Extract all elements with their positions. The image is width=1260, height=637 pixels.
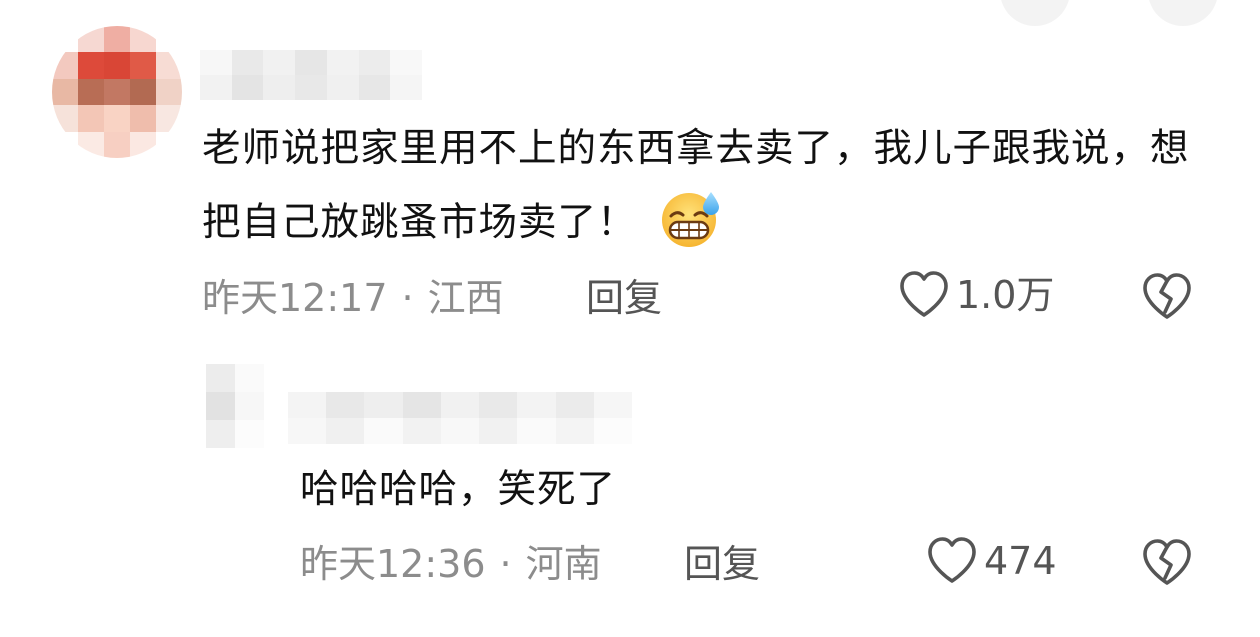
like-button[interactable]: 1.0万 [898,270,1054,320]
dislike-button[interactable] [1140,272,1194,326]
grinning-sweat-emoji [659,189,723,274]
meta-separator: · [499,542,512,586]
heart-outline-icon[interactable] [898,270,950,320]
comment-meta: 昨天12:17 · 江西 [202,274,504,322]
broken-heart-icon[interactable] [1140,272,1194,322]
broken-heart-icon[interactable] [1140,538,1194,588]
heart-outline-icon[interactable] [926,536,978,586]
like-count: 1.0万 [956,273,1055,317]
avatar[interactable] [52,26,182,158]
reply-username-blurred[interactable] [288,392,632,444]
reply-meta: 昨天12:36 · 河南 [300,540,602,588]
username-blurred[interactable] [200,50,423,100]
reply-text: 哈哈哈哈，笑死了 [300,467,617,512]
reply-time: 昨天12:36 [300,542,486,586]
comment-time: 昨天12:17 [202,276,388,320]
comment-location: 江西 [427,276,504,320]
meta-separator: · [401,276,414,320]
reply-button[interactable]: 回复 [586,274,662,322]
reply-button[interactable]: 回复 [684,540,760,588]
comment-text: 老师说把家里用不上的东西拿去卖了，我儿子跟我说，想把自己放跳蚤市场卖了！ [202,112,1212,274]
reply-avatar[interactable] [206,364,264,448]
like-count: 474 [984,539,1057,583]
comment-thread: 老师说把家里用不上的东西拿去卖了，我儿子跟我说，想把自己放跳蚤市场卖了！ 昨天1… [0,0,1260,637]
dislike-button[interactable] [1140,538,1194,592]
like-button[interactable]: 474 [926,536,1057,586]
reply-location: 河南 [525,542,602,586]
top-action-button-right[interactable] [1148,0,1218,26]
top-action-button-left[interactable] [1000,0,1070,26]
